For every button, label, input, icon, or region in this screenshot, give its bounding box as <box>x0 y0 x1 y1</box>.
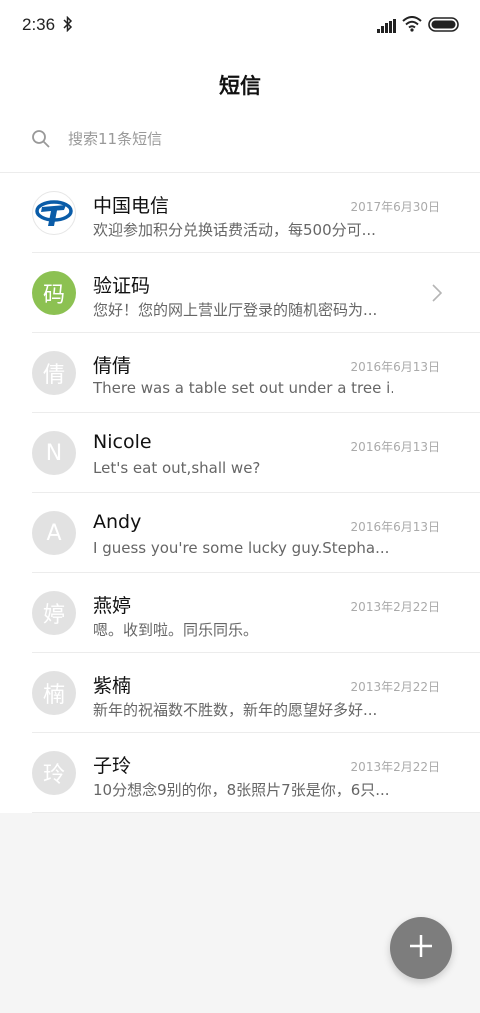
message-preview: 您好！您的网上营业厅登录的随机密码为... <box>93 301 378 319</box>
avatar: A <box>32 511 76 555</box>
signal-icon <box>377 18 396 37</box>
conversation-row[interactable]: N Nicole Let's eat out,shall we? 2016年6月… <box>0 413 480 493</box>
message-preview: 欢迎参加积分兑换话费活动，每500分可... <box>93 221 376 239</box>
contact-name: 倩倩 <box>93 355 132 377</box>
message-date: 2013年2月22日 <box>350 600 440 614</box>
china-telecom-logo <box>32 191 76 235</box>
messages-screen: 2:36 短信 搜索11条短信 中国电信 欢迎参加积分兑换话费活动，每500分可… <box>0 0 480 1013</box>
avatar: 婷 <box>32 591 76 635</box>
contact-name: Andy <box>93 511 142 533</box>
contact-name: 紫楠 <box>93 675 132 697</box>
new-message-button[interactable] <box>390 917 452 979</box>
wifi-icon <box>402 16 422 36</box>
page-title: 短信 <box>219 74 261 98</box>
message-preview: 10分想念9别的你，8张照片7张是你，6只... <box>93 781 390 799</box>
battery-icon <box>428 17 459 36</box>
conversation-list: 中国电信 欢迎参加积分兑换话费活动，每500分可... 2017年6月30日 码… <box>0 172 480 813</box>
conversation-row[interactable]: A Andy I guess you're some lucky guy.Ste… <box>0 493 480 573</box>
message-preview: I guess you're some lucky guy.Stepha... <box>93 539 390 557</box>
plus-icon <box>408 933 434 963</box>
conversation-row[interactable]: 玲 子玲 10分想念9别的你，8张照片7张是你，6只... 2013年2月22日 <box>0 733 480 813</box>
search-bar[interactable] <box>0 114 480 172</box>
message-preview: 嗯。收到啦。同乐同乐。 <box>93 621 259 639</box>
message-date: 2016年6月13日 <box>350 360 440 374</box>
search-icon <box>31 129 51 153</box>
avatar: 玲 <box>32 751 76 795</box>
message-date: 2016年6月13日 <box>350 440 440 454</box>
avatar: 倩 <box>32 351 76 395</box>
chevron-right-icon[interactable] <box>432 284 443 306</box>
avatar: N <box>32 431 76 475</box>
message-date: 2017年6月30日 <box>350 200 440 214</box>
avatar: 码 <box>32 271 76 315</box>
contact-name: 燕婷 <box>93 595 132 617</box>
message-date: 2013年2月22日 <box>350 760 440 774</box>
contact-name: 中国电信 <box>93 195 170 217</box>
conversation-row[interactable]: 中国电信 欢迎参加积分兑换话费活动，每500分可... 2017年6月30日 <box>0 173 480 253</box>
status-time: 2:36 <box>22 15 56 34</box>
message-preview: There was a table set out under a tree i… <box>93 379 393 397</box>
message-preview: Let's eat out,shall we? <box>93 459 261 477</box>
conversation-row[interactable]: 码 验证码 您好！您的网上营业厅登录的随机密码为... <box>0 253 480 333</box>
status-bar: 2:36 <box>0 0 480 52</box>
title-bar: 短信 <box>0 52 480 114</box>
top-area: 2:36 短信 搜索11条短信 <box>0 0 480 172</box>
bluetooth-icon <box>63 15 73 36</box>
message-date: 2013年2月22日 <box>350 680 440 694</box>
conversation-row[interactable]: 倩 倩倩 There was a table set out under a t… <box>0 333 480 413</box>
contact-name: Nicole <box>93 431 152 453</box>
search-input[interactable] <box>68 130 428 148</box>
conversation-row[interactable]: 婷 燕婷 嗯。收到啦。同乐同乐。 2013年2月22日 <box>0 573 480 653</box>
avatar: 楠 <box>32 671 76 715</box>
contact-name: 子玲 <box>93 755 132 777</box>
contact-name: 验证码 <box>93 275 151 297</box>
message-preview: 新年的祝福数不胜数，新年的愿望好多好... <box>93 701 378 719</box>
conversation-row[interactable]: 楠 紫楠 新年的祝福数不胜数，新年的愿望好多好... 2013年2月22日 <box>0 653 480 733</box>
message-date: 2016年6月13日 <box>350 520 440 534</box>
